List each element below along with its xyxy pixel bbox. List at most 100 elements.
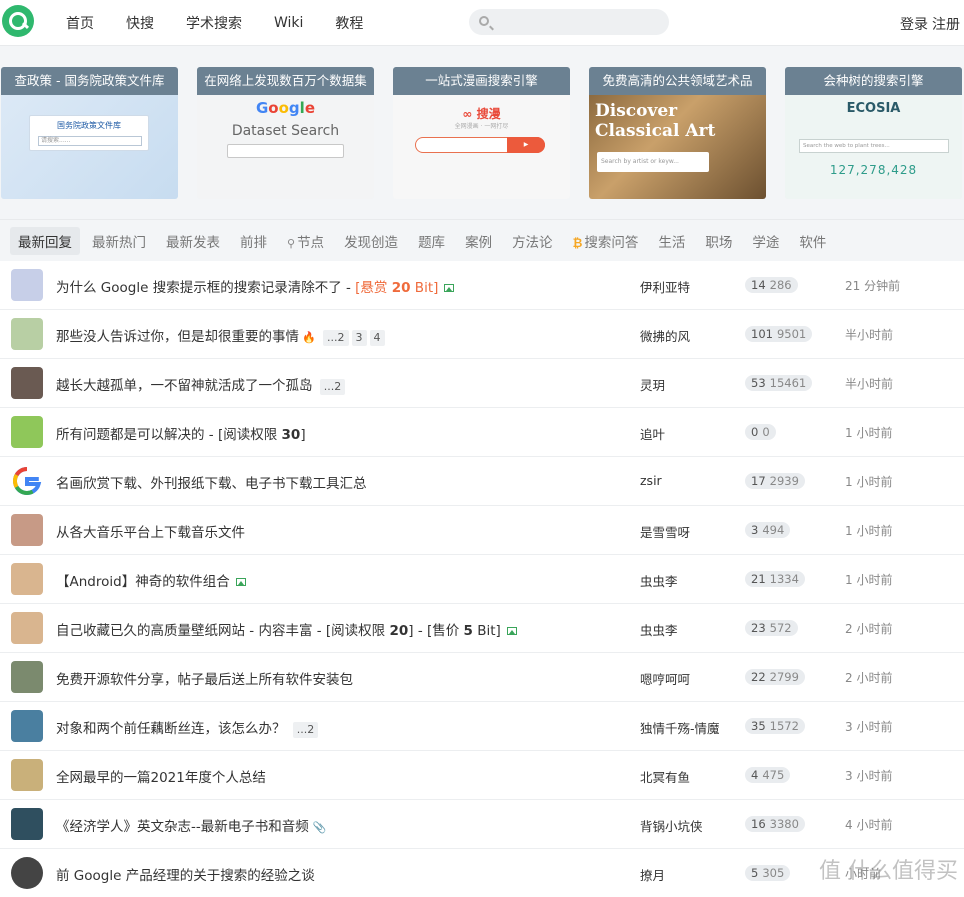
tab-latest-reply[interactable]: 最新回复 [10,226,80,255]
login-link[interactable]: 登录 [900,17,928,33]
tab-search-qa[interactable]: ₿ 搜索问答 [565,227,647,255]
topic-title[interactable]: 全网最早的一篇2021年度个人总结 [56,766,266,786]
tree-counter: 127,278,428 [829,163,918,177]
topic-author[interactable]: 背锅小坑侠 [640,816,703,835]
banner-title: 免费高清的公共领域艺术品 [589,67,766,95]
topic-author[interactable]: 嗯哼呵呵 [640,669,690,688]
page-link[interactable]: ...2 [292,722,319,738]
avatar[interactable] [11,563,43,595]
nav-home[interactable]: 首页 [50,13,110,33]
avatar[interactable] [11,661,43,693]
topic-title[interactable]: 越长大越孤单，一不留神就活成了一个孤岛 ...2 [56,374,346,395]
site-logo[interactable] [2,5,34,37]
topic-author[interactable]: zsir [640,473,662,488]
avatar[interactable] [11,367,43,399]
topic-author[interactable]: 撩月 [640,865,665,884]
bitcoin-icon: ₿ [572,235,583,250]
last-reply-time: 21 分钟前 [845,279,901,293]
image-icon [235,578,246,586]
topic-title[interactable]: 所有问题都是可以解决的 - [阅读权限 30] [56,423,306,443]
tab-study[interactable]: 学途 [744,227,787,255]
topic-author[interactable]: 伊利亚特 [640,277,690,296]
register-link[interactable]: 注册 [932,17,960,33]
watermark: 值 什么值得买 [819,859,958,884]
topic-title[interactable]: 为什么 Google 搜索提示框的搜索记录清除不了 - [悬赏 20 Bit] [56,276,455,296]
topic-title[interactable]: 自己收藏已久的高质量壁纸网站 - 内容丰富 - [阅读权限 20] - [售价 … [56,619,517,639]
topic-author[interactable]: 微拂的风 [640,326,690,345]
topic-title[interactable]: 前 Google 产品经理的关于搜索的经验之谈 [56,864,315,884]
tab-cases[interactable]: 案例 [457,227,500,255]
page-link[interactable]: ...2 [319,379,346,395]
last-reply-time: 2 小时前 [845,671,893,685]
avatar[interactable] [11,514,43,546]
tab-software[interactable]: 软件 [791,227,834,255]
reply-view-count: 3 494 [745,522,791,538]
topic-author[interactable]: 虫虫李 [640,620,678,639]
tab-methodology[interactable]: 方法论 [504,227,561,255]
topic-title[interactable]: 《经济学人》英文杂志--最新电子书和音频 📎 [56,815,326,835]
banner-inner-title: 国务院政策文件库 [57,121,121,130]
banner-classical-art[interactable]: 免费高清的公共领域艺术品 Discover Classical Art Searc… [589,67,766,199]
tab-latest-post[interactable]: 最新发表 [158,227,228,255]
topic-row: 所有问题都是可以解决的 - [阅读权限 30] 追叶 00 1 小时前 [0,408,964,457]
last-reply-time: 1 小时前 [845,475,893,489]
avatar[interactable] [11,318,43,350]
main-nav: 首页 快搜 学术搜索 Wiki 教程 [50,0,379,46]
nav-wiki[interactable]: Wiki [258,15,319,31]
topic-author[interactable]: 追叶 [640,424,665,443]
topic-author[interactable]: 北冥有鱼 [640,767,690,786]
banner-manga-search[interactable]: 一站式漫画搜索引擎 ∞ 搜漫 全网漫画 · 一网打尽 ▶ [393,67,570,199]
topic-author[interactable]: 独情千殇-情魔 [640,718,720,737]
topic-row: 【Android】神奇的软件组合 虫虫李 21 1334 1 小时前 [0,555,964,604]
attachment-icon: 📎 [312,821,327,834]
reply-view-count: 4 475 [745,767,791,783]
banner-mini-search [227,144,344,158]
topic-tabs: 最新回复 最新热门 最新发表 前排 ⚲ 节点 发现创造 题库 案例 方法论 ₿ 搜索… [0,219,964,261]
tab-workplace[interactable]: 职场 [697,227,740,255]
avatar[interactable] [11,416,43,448]
topic-title[interactable]: 免费开源软件分享，帖子最后送上所有软件安装包 [56,668,353,688]
avatar[interactable] [11,465,43,497]
search-input[interactable] [469,9,669,35]
banner-policy-library[interactable]: 查政策 - 国务院政策文件库 国务院政策文件库 请搜索...... [1,67,178,199]
reply-view-count: 23 572 [745,620,798,636]
last-reply-time: 半小时前 [845,377,894,391]
last-reply-time: 半小时前 [845,328,894,342]
banner-ecosia[interactable]: 会种树的搜索引擎 ECOSIA Search the web to plant … [785,67,962,199]
nav-academic-search[interactable]: 学术搜索 [170,13,258,33]
reply-view-count: 22 2799 [745,669,805,685]
topic-author[interactable]: 是雪雪呀 [640,522,690,541]
tab-nodes[interactable]: ⚲ 节点 [279,227,332,255]
tab-front-row[interactable]: 前排 [232,227,275,255]
last-reply-time: 3 小时前 [845,720,893,734]
tab-life[interactable]: 生活 [650,227,693,255]
tab-discover[interactable]: 发现创造 [336,227,406,255]
banner-dataset-search[interactable]: 在网络上发现数百万个数据集 Google Dataset Search [197,67,374,199]
topic-title[interactable]: 对象和两个前任藕断丝连，该怎么办？ ...2 [56,717,319,738]
topic-author[interactable]: 灵玥 [640,375,665,394]
tab-question-bank[interactable]: 题库 [410,227,453,255]
nav-quick-search[interactable]: 快搜 [110,13,170,33]
avatar[interactable] [11,612,43,644]
reply-view-count: 53 15461 [745,375,813,391]
page-link[interactable]: 4 [369,330,385,346]
avatar[interactable] [11,759,43,791]
topic-title[interactable]: 名画欣赏下载、外刊报纸下载、电子书下载工具汇总 [56,472,367,492]
avatar[interactable] [11,857,43,889]
topic-title[interactable]: 【Android】神奇的软件组合 [56,570,246,590]
avatar[interactable] [11,710,43,742]
topic-title[interactable]: 从各大音乐平台上下载音乐文件 [56,521,245,541]
banner-mini-search: 请搜索...... [38,136,142,146]
avatar[interactable] [11,808,43,840]
topic-author[interactable]: 虫虫李 [640,571,678,590]
topic-row: 越长大越孤单，一不留神就活成了一个孤岛 ...2 灵玥 53 15461 半小时前 [0,359,964,408]
page-link[interactable]: 3 [351,330,367,346]
nav-tutorial[interactable]: 教程 [319,13,379,33]
banner-image: Google Dataset Search [197,95,374,199]
google-g-icon [13,466,42,495]
page-link[interactable]: ...2 [323,330,349,346]
reply-view-count: 35 1572 [745,718,805,734]
topic-title[interactable]: 那些没人告诉过你，但是却很重要的事情 🔥 ...2 3 4 [56,325,385,346]
avatar[interactable] [11,269,43,301]
tab-latest-hot[interactable]: 最新热门 [84,227,154,255]
